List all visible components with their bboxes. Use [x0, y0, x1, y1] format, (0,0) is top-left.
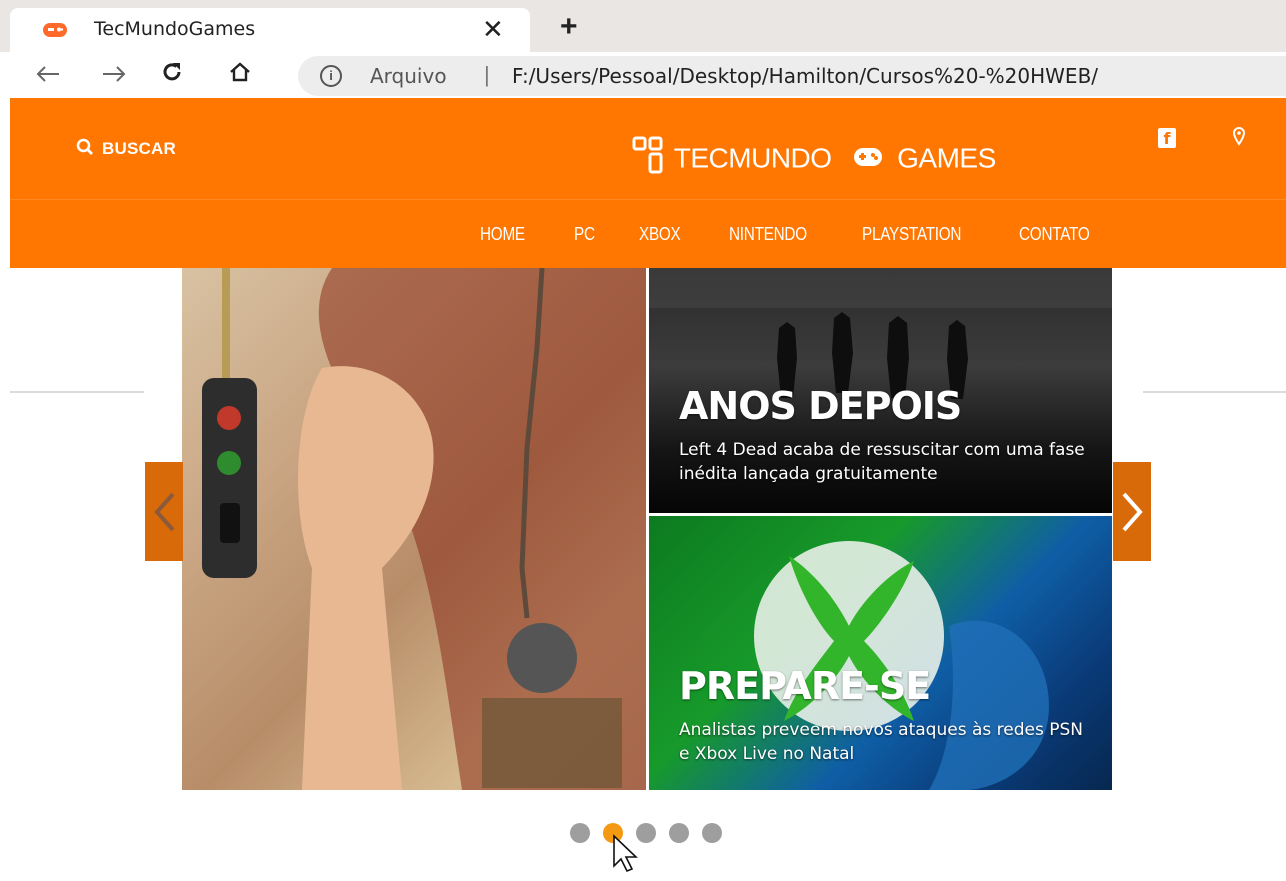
chevron-left-icon: [154, 492, 175, 532]
site-logo[interactable]: TECMUNDO GAMES: [632, 134, 996, 183]
location-pin-icon[interactable]: [1232, 126, 1246, 153]
featured-artwork: [202, 268, 646, 790]
address-bar[interactable]: i Arquivo | F:/Users/Pessoal/Desktop/Ham…: [298, 56, 1286, 96]
facebook-icon[interactable]: f: [1158, 128, 1176, 148]
address-scheme-label: Arquivo: [370, 64, 447, 88]
slide-title-anos-depois: ANOS DEPOIS: [679, 384, 962, 428]
logo-text-tecmundo: TECMUNDO: [673, 142, 832, 174]
browser-tab-bar: TecMundoGames ✕ +: [0, 0, 1286, 52]
main-nav: HOME PC XBOX NINTENDO PLAYSTATION CONTAT…: [480, 224, 1143, 245]
browser-tab[interactable]: TecMundoGames ✕: [10, 8, 530, 52]
nav-pc[interactable]: PC: [574, 224, 595, 245]
search-icon: [76, 138, 94, 161]
tab-close-icon[interactable]: ✕: [482, 14, 504, 44]
nav-contato[interactable]: CONTATO: [1019, 224, 1090, 245]
tab-title: TecMundoGames: [94, 18, 256, 40]
slider-pagination: [570, 823, 722, 843]
browser-toolbar: i Arquivo | F:/Users/Pessoal/Desktop/Ham…: [0, 52, 1286, 98]
logo-text-games: GAMES: [897, 142, 996, 174]
slider-dot[interactable]: [669, 823, 689, 843]
back-arrow-icon[interactable]: [30, 58, 66, 92]
divider-right: [1143, 391, 1286, 393]
new-tab-button[interactable]: +: [560, 12, 578, 42]
mouse-cursor-icon: [610, 834, 644, 879]
forward-arrow-icon[interactable]: [96, 58, 132, 92]
slide-text-prepare-se: Analistas preveem novos ataques às redes…: [679, 720, 1083, 764]
gamepad-icon: [853, 143, 883, 175]
search-label: BUSCAR: [102, 138, 176, 158]
reload-icon[interactable]: [154, 58, 190, 92]
slider-dot[interactable]: [702, 823, 722, 843]
divider-left: [10, 391, 144, 393]
address-url[interactable]: F:/Users/Pessoal/Desktop/Hamilton/Cursos…: [512, 64, 1098, 88]
slide-text-anos-depois: Left 4 Dead acaba de ressuscitar com uma…: [679, 440, 1085, 484]
address-separator: |: [484, 62, 490, 87]
slider-next-button[interactable]: [1113, 462, 1151, 561]
chevron-right-icon: [1122, 492, 1143, 532]
nav-nintendo[interactable]: NINTENDO: [729, 224, 807, 245]
nav-home[interactable]: HOME: [480, 224, 525, 245]
header-divider: [10, 199, 1286, 200]
slider-prev-button[interactable]: [145, 462, 183, 561]
slide-card-prepare-se[interactable]: PREPARE-SE Analistas preveem novos ataqu…: [649, 516, 1112, 790]
search-button[interactable]: BUSCAR: [76, 138, 176, 161]
slide-title-prepare-se: PREPARE-SE: [679, 664, 931, 708]
slider-dot[interactable]: [570, 823, 590, 843]
slide-card-left4dead[interactable]: ANOS DEPOIS Left 4 Dead acaba de ressusc…: [649, 268, 1112, 513]
info-icon[interactable]: i: [320, 65, 342, 87]
home-icon[interactable]: [222, 58, 258, 92]
site-header: BUSCAR TECMUNDO GAMES f HOME PC XBOX NIN…: [10, 98, 1286, 268]
news-slider: ANOS DEPOIS Left 4 Dead acaba de ressusc…: [182, 268, 1112, 790]
nav-xbox[interactable]: XBOX: [639, 224, 681, 245]
tecmundo-logo-icon: [632, 134, 666, 183]
nav-playstation[interactable]: PLAYSTATION: [862, 224, 961, 245]
featured-slide-image[interactable]: [182, 268, 646, 790]
gamepad-favicon-icon: [42, 21, 67, 39]
